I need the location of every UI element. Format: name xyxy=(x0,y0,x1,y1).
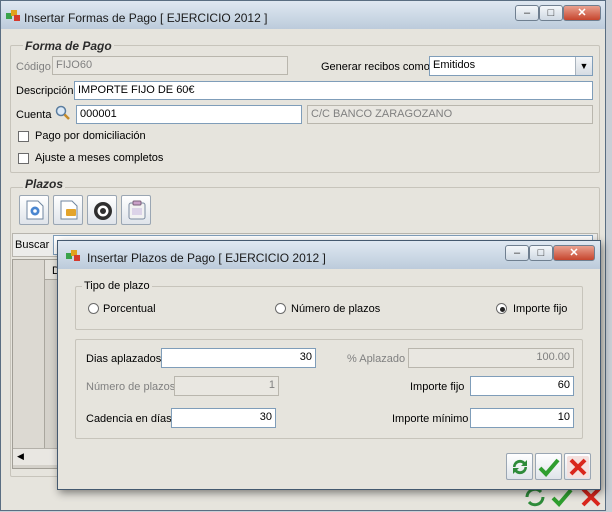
dialog-title: Insertar Plazos de Pago [ EJERCICIO 2012… xyxy=(87,251,326,265)
importe-fijo-label: Importe fijo xyxy=(410,381,465,393)
edit-plazo-button[interactable] xyxy=(53,195,83,225)
domiciliacion-label: Pago por domiciliación xyxy=(35,130,146,142)
importe-fijo-radio[interactable] xyxy=(496,303,507,314)
cadencia-label: Cadencia en días xyxy=(86,413,172,425)
edit-icon xyxy=(60,200,78,223)
importe-minimo-label: Importe mínimo xyxy=(392,413,469,425)
codigo-label: Código xyxy=(16,61,51,73)
dialog-ok-button[interactable] xyxy=(535,453,562,480)
numero-plazos-label: Número de plazos xyxy=(86,381,176,393)
new-plazo-button[interactable] xyxy=(19,195,49,225)
porcentual-radio[interactable] xyxy=(88,303,99,314)
domiciliacion-checkbox[interactable] xyxy=(18,131,29,142)
cadencia-field[interactable]: 30 xyxy=(171,408,276,428)
cancel-x-icon xyxy=(567,456,589,481)
ajuste-label: Ajuste a meses completos xyxy=(35,152,164,164)
generar-recibos-select[interactable]: Emitidos xyxy=(429,56,593,76)
search-icon[interactable] xyxy=(55,105,71,121)
dias-aplazados-label: Dias aplazados xyxy=(86,353,162,365)
scroll-left-icon[interactable]: ◀ xyxy=(17,451,24,462)
numero-plazos-radio-label: Número de plazos xyxy=(291,303,381,315)
dialog-close-button[interactable]: ✕ xyxy=(553,245,595,261)
generar-recibos-label: Generar recibos como xyxy=(321,61,430,73)
descripcion-field[interactable]: IMPORTE FIJO DE 60€ xyxy=(74,81,593,100)
refresh-icon xyxy=(509,456,531,481)
ajuste-checkbox[interactable] xyxy=(18,153,29,164)
porcentual-label: Porcentual xyxy=(103,303,156,315)
delete-icon xyxy=(93,201,113,224)
cuenta-field[interactable]: 000001 xyxy=(76,105,302,124)
codigo-field[interactable]: FIJO60 xyxy=(52,56,288,75)
forma-de-pago-title: Forma de Pago xyxy=(23,39,114,53)
dialog-refresh-button[interactable] xyxy=(506,453,533,480)
main-window-title: Insertar Formas de Pago [ EJERCICIO 2012… xyxy=(24,11,268,25)
cuenta-name-field: C/C BANCO ZARAGOZANO xyxy=(307,105,593,124)
close-button[interactable]: ✕ xyxy=(563,5,601,21)
plazos-title: Plazos xyxy=(23,177,66,191)
cuenta-label: Cuenta xyxy=(16,109,52,121)
maximize-button[interactable]: □ xyxy=(539,5,563,21)
importe-fijo-field[interactable]: 60 xyxy=(470,376,574,396)
dropdown-arrow-icon[interactable]: ▼ xyxy=(575,57,592,75)
clipboard-plazo-button[interactable] xyxy=(121,195,151,225)
tipo-de-plazo-legend: Tipo de plazo xyxy=(82,280,152,292)
clipboard-icon xyxy=(128,200,146,223)
dias-aplazados-field[interactable]: 30 xyxy=(161,348,316,368)
importe-minimo-field[interactable]: 10 xyxy=(470,408,574,428)
buscar-label: Buscar xyxy=(15,239,50,251)
dialog-maximize-button[interactable]: □ xyxy=(529,245,553,261)
dialog-cancel-button[interactable] xyxy=(564,453,591,480)
minimize-button[interactable]: – xyxy=(515,5,539,21)
new-icon xyxy=(26,200,44,223)
descripcion-label: Descripción xyxy=(16,85,74,97)
numero-plazos-field: 1 xyxy=(174,376,279,396)
app-icon xyxy=(6,10,20,22)
importe-fijo-radio-label: Importe fijo xyxy=(513,303,568,315)
pct-aplazado-label: % Aplazado xyxy=(347,353,406,365)
plazos-dialog: Insertar Plazos de Pago [ EJERCICIO 2012… xyxy=(57,240,601,490)
dialog-app-icon xyxy=(66,250,80,262)
grid-row-indicator-column xyxy=(13,260,45,456)
numero-plazos-radio[interactable] xyxy=(275,303,286,314)
checkmark-icon xyxy=(538,456,560,481)
delete-plazo-button[interactable] xyxy=(87,195,117,225)
pct-aplazado-field: 100.00 xyxy=(408,348,574,368)
dialog-minimize-button[interactable]: – xyxy=(505,245,529,261)
